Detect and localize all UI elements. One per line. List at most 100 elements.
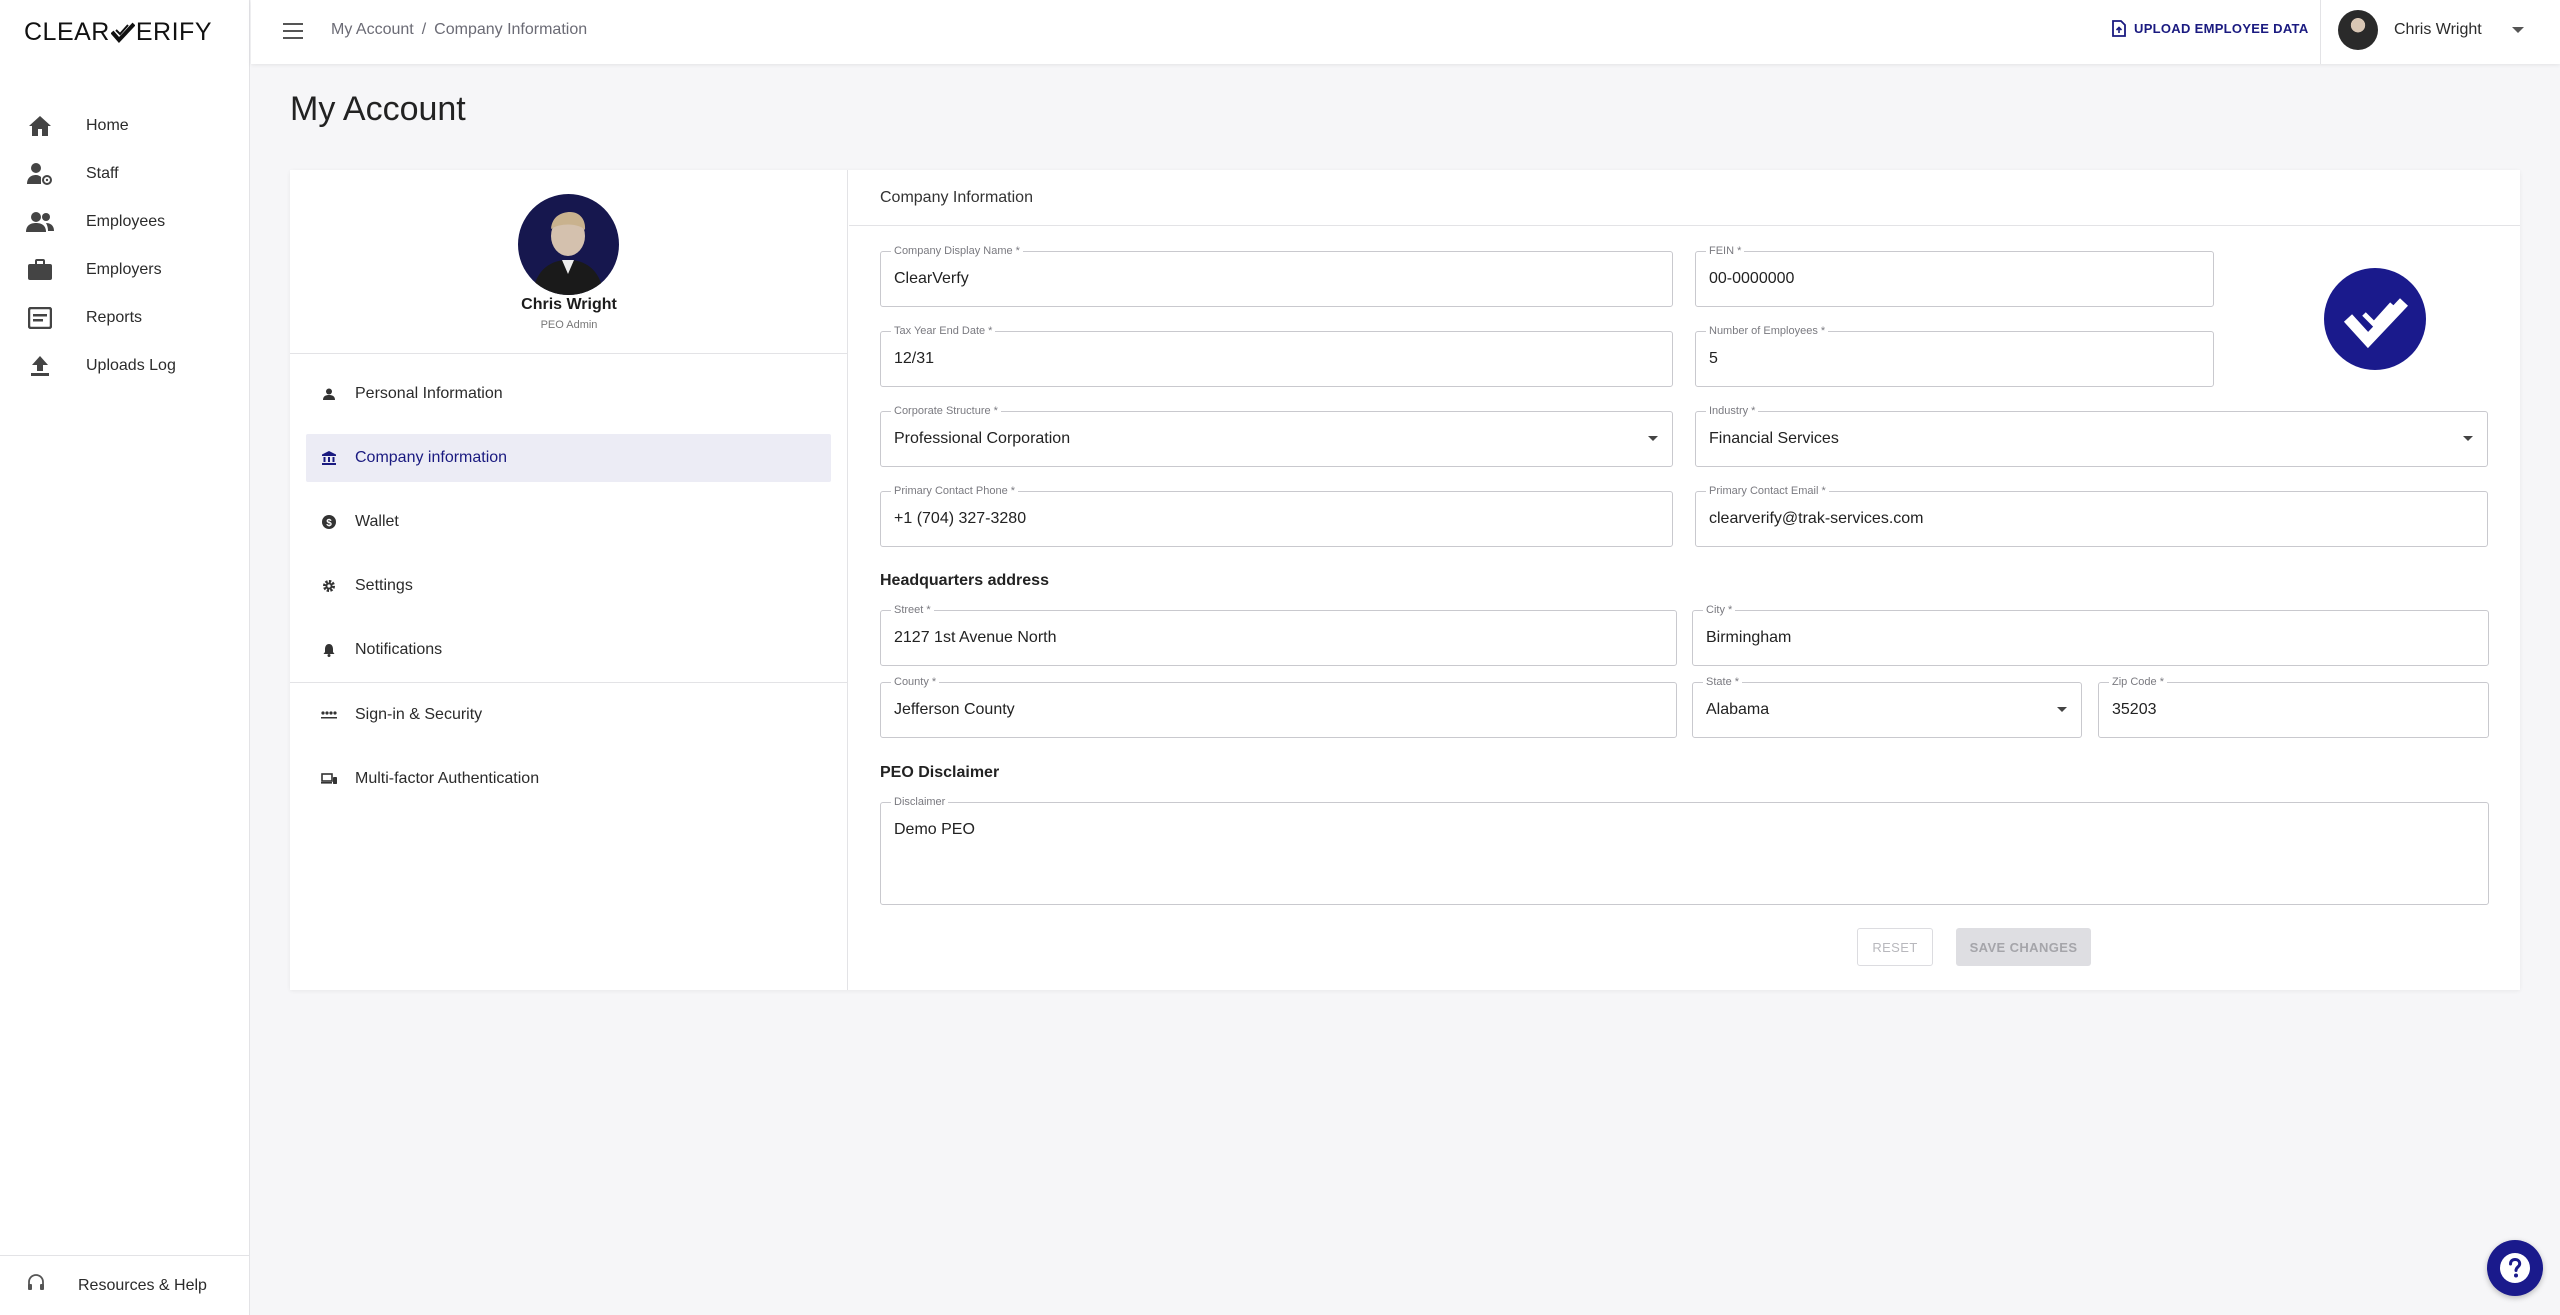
field-value: 5 — [1709, 350, 1718, 367]
city-field[interactable]: City * Birmingham — [1692, 604, 2489, 666]
dollar-icon: $ — [320, 513, 338, 531]
bank-icon — [320, 449, 338, 467]
street-field[interactable]: Street * 2127 1st Avenue North — [880, 604, 1677, 666]
tax-year-end-date-field[interactable]: Tax Year End Date * 12/31 — [880, 325, 1673, 387]
zip-code-field[interactable]: Zip Code * 35203 — [2098, 676, 2489, 738]
reset-button[interactable]: RESET — [1857, 928, 1933, 966]
page-title: My Account — [290, 90, 466, 128]
topbar-divider — [2320, 0, 2321, 64]
field-value: ClearVerfy — [894, 270, 969, 287]
dropdown-arrow-icon — [2463, 436, 2473, 441]
disclaimer-textarea[interactable]: Disclaimer Demo PEO — [880, 796, 2489, 905]
staff-icon — [26, 161, 54, 187]
field-value: 2127 1st Avenue North — [894, 629, 1057, 646]
peo-disclaimer-title: PEO Disclaimer — [880, 764, 1000, 781]
breadcrumb-company-information: Company Information — [434, 21, 588, 38]
field-label: Number of Employees * — [1706, 325, 1829, 337]
menu-item-label: Notifications — [355, 641, 443, 658]
sidebar: CLEAR ERIFY Home Staff Employees Employe… — [0, 0, 250, 1315]
resources-help-link[interactable]: Resources & Help — [0, 1255, 250, 1315]
upload-employee-data-button[interactable]: UPLOAD EMPLOYEE DATA — [2112, 20, 2309, 37]
briefcase-icon — [26, 257, 54, 283]
sidebar-item-staff[interactable]: Staff — [0, 150, 250, 198]
fein-field[interactable]: FEIN * 00-0000000 — [1695, 245, 2214, 307]
svg-text:$: $ — [326, 518, 332, 529]
menu-item-label: Company information — [355, 449, 508, 466]
logo-text-left: CLEAR — [24, 18, 110, 46]
field-value: clearverify@trak-services.com — [1709, 510, 1924, 527]
primary-contact-email-field[interactable]: Primary Contact Email * clearverify@trak… — [1695, 485, 2488, 547]
check-icon — [2343, 298, 2408, 349]
account-menu-panel: Chris Wright PEO Admin Personal Informat… — [290, 170, 848, 990]
field-label: Street * — [891, 604, 934, 616]
app-logo[interactable]: CLEAR ERIFY — [24, 18, 212, 47]
section-header: Company Information — [880, 189, 1033, 206]
field-label: Primary Contact Email * — [1706, 485, 1829, 497]
field-label: Company Display Name * — [891, 245, 1023, 257]
field-label: Primary Contact Phone * — [891, 485, 1019, 497]
user-menu[interactable]: Chris Wright — [2338, 10, 2524, 50]
field-label: Disclaimer — [891, 796, 949, 808]
gear-icon — [320, 577, 338, 595]
avatar — [2338, 10, 2378, 50]
upload-employee-data-label: UPLOAD EMPLOYEE DATA — [2134, 21, 2309, 36]
menu-item-multi-factor-authentication[interactable]: Multi-factor Authentication — [306, 755, 831, 803]
state-select[interactable]: State * Alabama — [1692, 676, 2082, 738]
question-icon — [2500, 1253, 2530, 1283]
password-icon — [320, 706, 338, 724]
menu-item-company-information[interactable]: Company information — [306, 434, 831, 482]
breadcrumb-my-account[interactable]: My Account — [331, 21, 414, 38]
file-upload-icon — [2112, 20, 2126, 37]
field-label: FEIN * — [1706, 245, 1745, 257]
company-logo[interactable] — [2324, 268, 2426, 370]
number-of-employees-field[interactable]: Number of Employees * 5 — [1695, 325, 2214, 387]
divider — [290, 682, 848, 683]
field-value: 12/31 — [894, 350, 935, 367]
field-value: +1 (704) 327-3280 — [894, 510, 1027, 527]
primary-contact-phone-field[interactable]: Primary Contact Phone * +1 (704) 327-328… — [880, 485, 1673, 547]
menu-item-label: Wallet — [355, 513, 399, 530]
field-value: Alabama — [1706, 701, 1770, 718]
employees-icon — [26, 209, 54, 235]
headset-icon — [26, 1273, 46, 1298]
menu-item-sign-in-security[interactable]: Sign-in & Security — [306, 691, 831, 739]
divider — [290, 353, 848, 354]
menu-item-wallet[interactable]: $ Wallet — [306, 498, 831, 546]
sidebar-item-employees[interactable]: Employees — [0, 198, 250, 246]
sidebar-item-employers[interactable]: Employers — [0, 246, 250, 294]
sidebar-item-uploads-log[interactable]: Uploads Log — [0, 342, 250, 390]
hamburger-menu-icon[interactable] — [283, 22, 303, 40]
devices-icon — [320, 770, 338, 788]
person-icon — [320, 385, 338, 403]
sidebar-item-label: Uploads Log — [86, 357, 176, 374]
menu-item-settings[interactable]: Settings — [306, 562, 831, 610]
menu-item-label: Personal Information — [355, 385, 503, 402]
field-value: 00-0000000 — [1709, 270, 1795, 287]
company-display-name-field[interactable]: Company Display Name * ClearVerfy — [880, 245, 1673, 307]
menu-item-personal-information[interactable]: Personal Information — [306, 370, 831, 418]
dropdown-arrow-icon — [1648, 436, 1658, 441]
industry-select[interactable]: Industry * Financial Services — [1695, 405, 2488, 467]
save-changes-button[interactable]: SAVE CHANGES — [1956, 928, 2091, 966]
help-button[interactable] — [2487, 1240, 2543, 1296]
breadcrumb-separator: / — [421, 21, 427, 38]
menu-item-notifications[interactable]: Notifications — [306, 626, 831, 674]
corporate-structure-select[interactable]: Corporate Structure * Professional Corpo… — [880, 405, 1673, 467]
field-label: County * — [891, 676, 940, 688]
breadcrumb: My Account / Company Information — [331, 21, 587, 39]
sidebar-item-label: Employees — [86, 213, 166, 230]
sidebar-item-label: Staff — [86, 165, 119, 182]
field-value: 35203 — [2112, 701, 2157, 718]
sidebar-nav: Home Staff Employees Employers Reports U… — [0, 102, 250, 390]
sidebar-item-home[interactable]: Home — [0, 102, 250, 150]
sidebar-item-reports[interactable]: Reports — [0, 294, 250, 342]
account-card: Chris Wright PEO Admin Personal Informat… — [290, 170, 2520, 990]
resources-help-label: Resources & Help — [78, 1276, 207, 1294]
county-field[interactable]: County * Jefferson County — [880, 676, 1677, 738]
field-label: State * — [1703, 676, 1743, 688]
field-value: Birmingham — [1706, 629, 1792, 646]
menu-item-label: Sign-in & Security — [355, 706, 483, 723]
bell-icon — [320, 641, 338, 659]
divider — [849, 225, 2520, 226]
menu-item-label: Multi-factor Authentication — [355, 770, 540, 787]
